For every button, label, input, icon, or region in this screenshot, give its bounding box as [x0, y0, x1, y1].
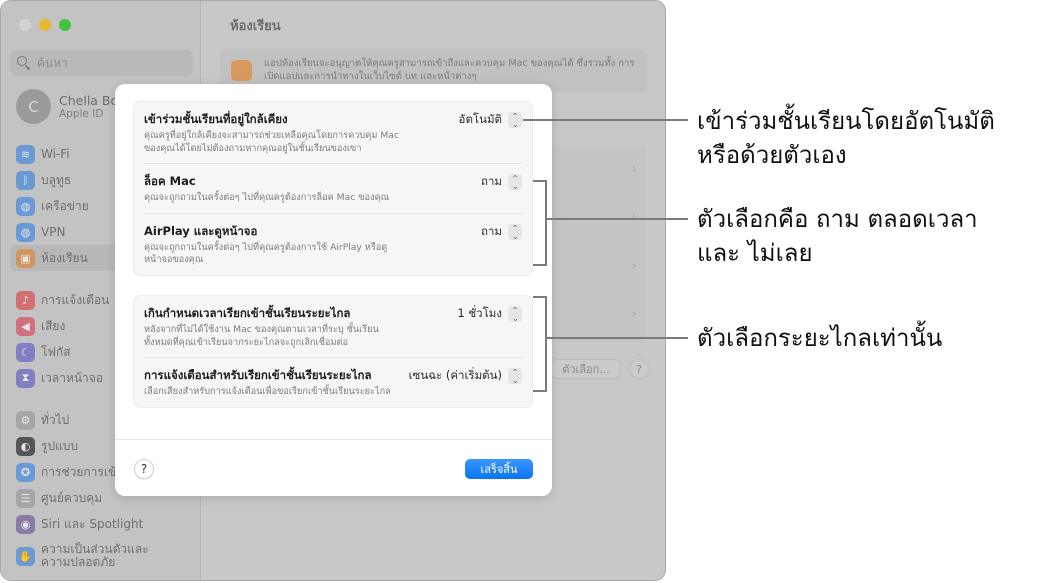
- general-icon: ⚙: [16, 410, 35, 430]
- up-down-chevron-icon: ⌃ ⌃: [508, 368, 522, 384]
- network-icon: ◍: [16, 196, 35, 216]
- control-center-icon: ☰: [16, 488, 35, 508]
- chevron-right-icon[interactable]: ›: [632, 162, 637, 177]
- sidebar-item-label: บลูทูธ: [41, 172, 72, 187]
- setting-description: คุณจะถูกถามในครั้งต่อๆ ไปที่คุณครูต้องกา…: [144, 241, 388, 266]
- bluetooth-icon: ᛒ: [16, 170, 35, 190]
- vpn-icon: ◍: [16, 222, 35, 242]
- help-button[interactable]: ?: [134, 459, 154, 479]
- privacy-icon: ✋: [16, 546, 35, 566]
- callout-line-3: [546, 337, 688, 339]
- setting-title: AirPlay และดูหน้าจอ: [144, 223, 258, 238]
- sidebar-item-label: โฟกัส: [41, 344, 71, 359]
- callout-bracket-bottom: [533, 264, 547, 266]
- wifi-icon: ≋: [16, 144, 35, 164]
- siri-icon: ◉: [16, 514, 35, 534]
- callout-remote-only: ตัวเลือกระยะไกลเท่านั้น: [697, 324, 943, 352]
- sound-icon: ◀: [16, 316, 35, 336]
- search-icon: [17, 56, 31, 70]
- callout-line-2: [546, 218, 688, 220]
- setting-row: AirPlay และดูหน้าจอคุณจะถูกถามในครั้งต่อ…: [144, 212, 522, 275]
- zoom-window-button[interactable]: [59, 19, 71, 31]
- appearance-icon: ◐: [16, 436, 35, 456]
- dialog-divider: [115, 439, 552, 440]
- page-title: ห้องเรียน: [230, 19, 281, 34]
- callout-line-1: [523, 119, 688, 121]
- setting-popup-button[interactable]: ถาม ⌃ ⌃: [481, 173, 522, 191]
- callout-auto-join: เข้าร่วมชั้นเรียนโดยอัตโนมัติ หรือด้วยตั…: [697, 107, 995, 169]
- setting-value: ถาม: [480, 223, 502, 238]
- help-button-background[interactable]: ?: [629, 359, 649, 379]
- apple-id-account[interactable]: C Chella Boehm Apple ID: [16, 89, 121, 124]
- minimize-window-button[interactable]: [39, 19, 51, 31]
- callout-ask-options: ตัวเลือกคือ ถาม ตลอดเวลา และ ไม่เลย: [697, 205, 978, 267]
- sidebar-item-siri[interactable]: ◉ Siri และ Spotlight: [10, 511, 193, 537]
- setting-row: เกินกำหนดเวลาเรียกเข้าชั้นเรียนระยะไกล หล…: [134, 296, 532, 357]
- chevron-right-icon[interactable]: ›: [632, 209, 637, 224]
- setting-description: หลังจากที่ไม่ได้ใช้งาน Mac ของคุณตามเวลา…: [144, 324, 379, 348]
- setting-value: 1 ชั่วโมง: [457, 306, 502, 320]
- sidebar-item-label: เสียง: [41, 318, 66, 333]
- classroom-icon: ▣: [16, 248, 35, 268]
- sidebar-item-label: VPN: [41, 224, 66, 239]
- up-down-chevron-icon: ⌃ ⌃: [508, 112, 522, 128]
- search-input[interactable]: [37, 56, 187, 70]
- sidebar-item-label: Wi-Fi: [41, 146, 70, 161]
- sidebar-item-label: เครือข่าย: [41, 198, 89, 213]
- avatar: C: [16, 89, 51, 124]
- setting-popup-button[interactable]: เซนฉะ (ค่าเริ่มต้น) ⌃ ⌃: [409, 367, 522, 385]
- chevron-right-icon[interactable]: ›: [632, 259, 637, 274]
- sidebar-item-label: Siri และ Spotlight: [41, 516, 144, 531]
- setting-popup-button[interactable]: 1 ชั่วโมง ⌃ ⌃: [457, 305, 522, 323]
- sidebar-item-label: ทั่วไป: [41, 412, 70, 427]
- options-button[interactable]: ตัวเลือก...: [551, 359, 621, 379]
- close-window-button[interactable]: [19, 19, 31, 31]
- setting-value: เซนฉะ (ค่าเริ่มต้น): [408, 368, 502, 382]
- classroom-icon: [231, 60, 252, 81]
- sidebar-item-label: เวลาหน้าจอ: [41, 370, 104, 385]
- chevron-right-icon[interactable]: ›: [632, 307, 637, 322]
- setting-popup-button[interactable]: ถาม ⌃ ⌃: [481, 223, 522, 241]
- callout-bracket2-vertical: [545, 296, 547, 392]
- settings-group-remote: เกินกำหนดเวลาเรียกเข้าชั้นเรียนระยะไกล หล…: [133, 295, 533, 408]
- sidebar-item-label: ความเป็นส่วนตัวและความปลอดภัย: [41, 542, 149, 569]
- sidebar-item-label: ศูนย์ควบคุม: [41, 490, 103, 505]
- notifications-icon: ♪: [16, 290, 35, 310]
- setting-value: ถาม: [480, 174, 502, 188]
- setting-description: คุณครูที่อยู่ใกล้เคียงจะสามารถช่วยเหลือค…: [144, 130, 399, 154]
- classroom-options-dialog: เข้าร่วมชั้นเรียนที่อยู่ใกล้เคียง คุณครูท…: [115, 84, 552, 496]
- account-subtitle: Apple ID: [59, 108, 104, 120]
- setting-description: คุณจะถูกถามในครั้งต่อๆ ไปที่คุณครูต้องกา…: [144, 192, 390, 203]
- setting-row: เข้าร่วมชั้นเรียนที่อยู่ใกล้เคียง คุณครูท…: [134, 102, 532, 163]
- up-down-chevron-icon: ⌃ ⌃: [508, 174, 522, 190]
- callout-bracket-vertical: [545, 180, 547, 266]
- sidebar-item-label: การแจ้งเตือน: [41, 292, 110, 307]
- account-name: Chella Boehm: [59, 93, 121, 108]
- setting-title: ล็อค Mac: [144, 174, 196, 188]
- setting-popup-button[interactable]: อัตโนมัติ ⌃ ⌃: [459, 111, 522, 129]
- setting-description: เลือกเสียงสำหรับการแจ้งเตือนเพื่อขอเรียก…: [144, 386, 391, 397]
- settings-group-nearby: เข้าร่วมชั้นเรียนที่อยู่ใกล้เคียง คุณครูท…: [133, 101, 533, 276]
- classroom-info-text: แอปห้องเรียนจะอนุญาตให้คุณครูสามารถเข้าถ…: [264, 58, 635, 82]
- screen-time-icon: ⧗: [16, 368, 35, 388]
- up-down-chevron-icon: ⌃ ⌃: [508, 223, 522, 240]
- setting-row: ล็อค Mac คุณจะถูกถามในครั้งต่อๆ ไปที่คุณค…: [144, 163, 522, 213]
- sidebar-item-label: ห้องเรียน: [41, 250, 88, 265]
- focus-icon: ☾: [16, 342, 35, 362]
- sidebar-item-label: รูปแบบ: [41, 438, 79, 453]
- sidebar-item-privacy[interactable]: ✋ ความเป็นส่วนตัวและความปลอดภัย: [10, 537, 193, 575]
- window-controls: [19, 19, 71, 31]
- setting-value: อัตโนมัติ: [458, 112, 502, 126]
- up-down-chevron-icon: ⌃ ⌃: [508, 306, 522, 322]
- setting-row: การแจ้งเตือนสำหรับเรียกเข้าชั้นเรียนระยะ…: [144, 357, 522, 407]
- callout-bracket2-bottom: [533, 390, 547, 392]
- accessibility-icon: ✪: [16, 462, 35, 482]
- done-button[interactable]: เสร็จสิ้น: [465, 459, 533, 479]
- search-field[interactable]: [10, 50, 193, 76]
